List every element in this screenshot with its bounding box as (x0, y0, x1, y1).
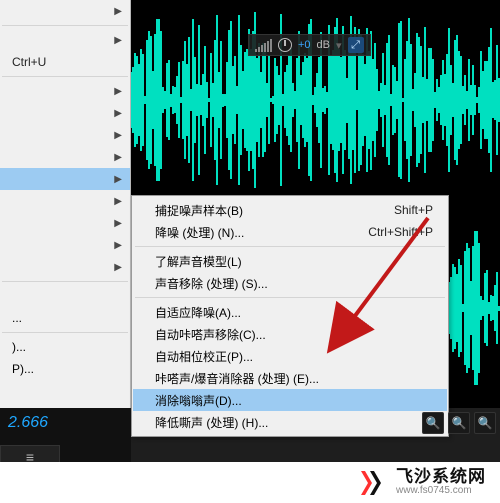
submenu-item-denoise-process[interactable]: 降噪 (处理) (N)...Ctrl+Shift+P (133, 221, 447, 243)
menu-shortcut: Ctrl+U (12, 55, 46, 69)
menu-item[interactable] (0, 285, 130, 307)
watermark: 飞沙系统网 www.fs0745.com (0, 462, 500, 503)
clock-icon[interactable] (278, 38, 292, 52)
menu-item[interactable]: ... (0, 307, 130, 329)
waveform-mini-toolbar: +0 dB ▾ ⤢ (248, 34, 371, 56)
menu-item[interactable]: ▶ (0, 0, 130, 22)
watermark-url: www.fs0745.com (396, 486, 486, 497)
waveform-panel[interactable] (130, 0, 500, 200)
menu-item[interactable]: ▶ (0, 212, 130, 234)
menu-item[interactable]: Ctrl+U (0, 51, 130, 73)
db-value[interactable]: +0 (298, 39, 311, 51)
zoom-toolbar: 🔍 🔍 🔍 (422, 412, 496, 436)
noise-reduction-submenu: 捕捉噪声样本(B)Shift+P 降噪 (处理) (N)...Ctrl+Shif… (131, 195, 449, 437)
menu-item[interactable]: ▶ (0, 190, 130, 212)
submenu-item-adaptive-denoise[interactable]: 自适应降噪(A)... (133, 301, 447, 323)
zoom-icon[interactable]: 🔍 (474, 412, 496, 434)
expand-icon[interactable]: ⤢ (348, 37, 364, 53)
menu-item[interactable]: ▶ (0, 29, 130, 51)
menu-item[interactable]: )... (0, 336, 130, 358)
zoom-in-icon[interactable]: 🔍 (422, 412, 444, 434)
submenu-item-auto-phase-correct[interactable]: 自动相位校正(P)... (133, 345, 447, 367)
watermark-flag-icon (358, 469, 386, 497)
submenu-item-learn-sound-model[interactable]: 了解声音模型(L) (133, 250, 447, 272)
menu-item-noise-reduction[interactable]: ▶ (0, 168, 130, 190)
submenu-item-dehummer[interactable]: 消除嗡嗡声(D)... (133, 389, 447, 411)
menu-item[interactable]: ▶ (0, 102, 130, 124)
submenu-item-auto-click-removal[interactable]: 自动咔嗒声移除(C)... (133, 323, 447, 345)
submenu-item-hiss-reduction[interactable]: 降低嘶声 (处理) (H)... (133, 411, 447, 433)
menu-item[interactable]: ▶ (0, 124, 130, 146)
waveform-panel-lower[interactable] (448, 200, 500, 408)
submenu-item-capture-noise[interactable]: 捕捉噪声样本(B)Shift+P (133, 199, 447, 221)
menu-item[interactable]: P)... (0, 358, 130, 380)
volume-meter-icon (255, 39, 272, 52)
db-unit: dB (317, 39, 330, 51)
menu-item[interactable]: ▶ (0, 146, 130, 168)
watermark-title: 飞沙系统网 (396, 468, 486, 486)
primary-context-menu: ▶ ▶ Ctrl+U ▶ ▶ ▶ ▶ ▶ ▶ ▶ ▶ ▶ ... )... P)… (0, 0, 131, 408)
submenu-item-sound-removal[interactable]: 声音移除 (处理) (S)... (133, 272, 447, 294)
menu-item[interactable]: ▶ (0, 234, 130, 256)
submenu-item-click-pop-eliminator[interactable]: 咔嗒声/爆音消除器 (处理) (E)... (133, 367, 447, 389)
menu-item[interactable]: ▶ (0, 256, 130, 278)
menu-item[interactable]: ▶ (0, 80, 130, 102)
zoom-out-icon[interactable]: 🔍 (448, 412, 470, 434)
